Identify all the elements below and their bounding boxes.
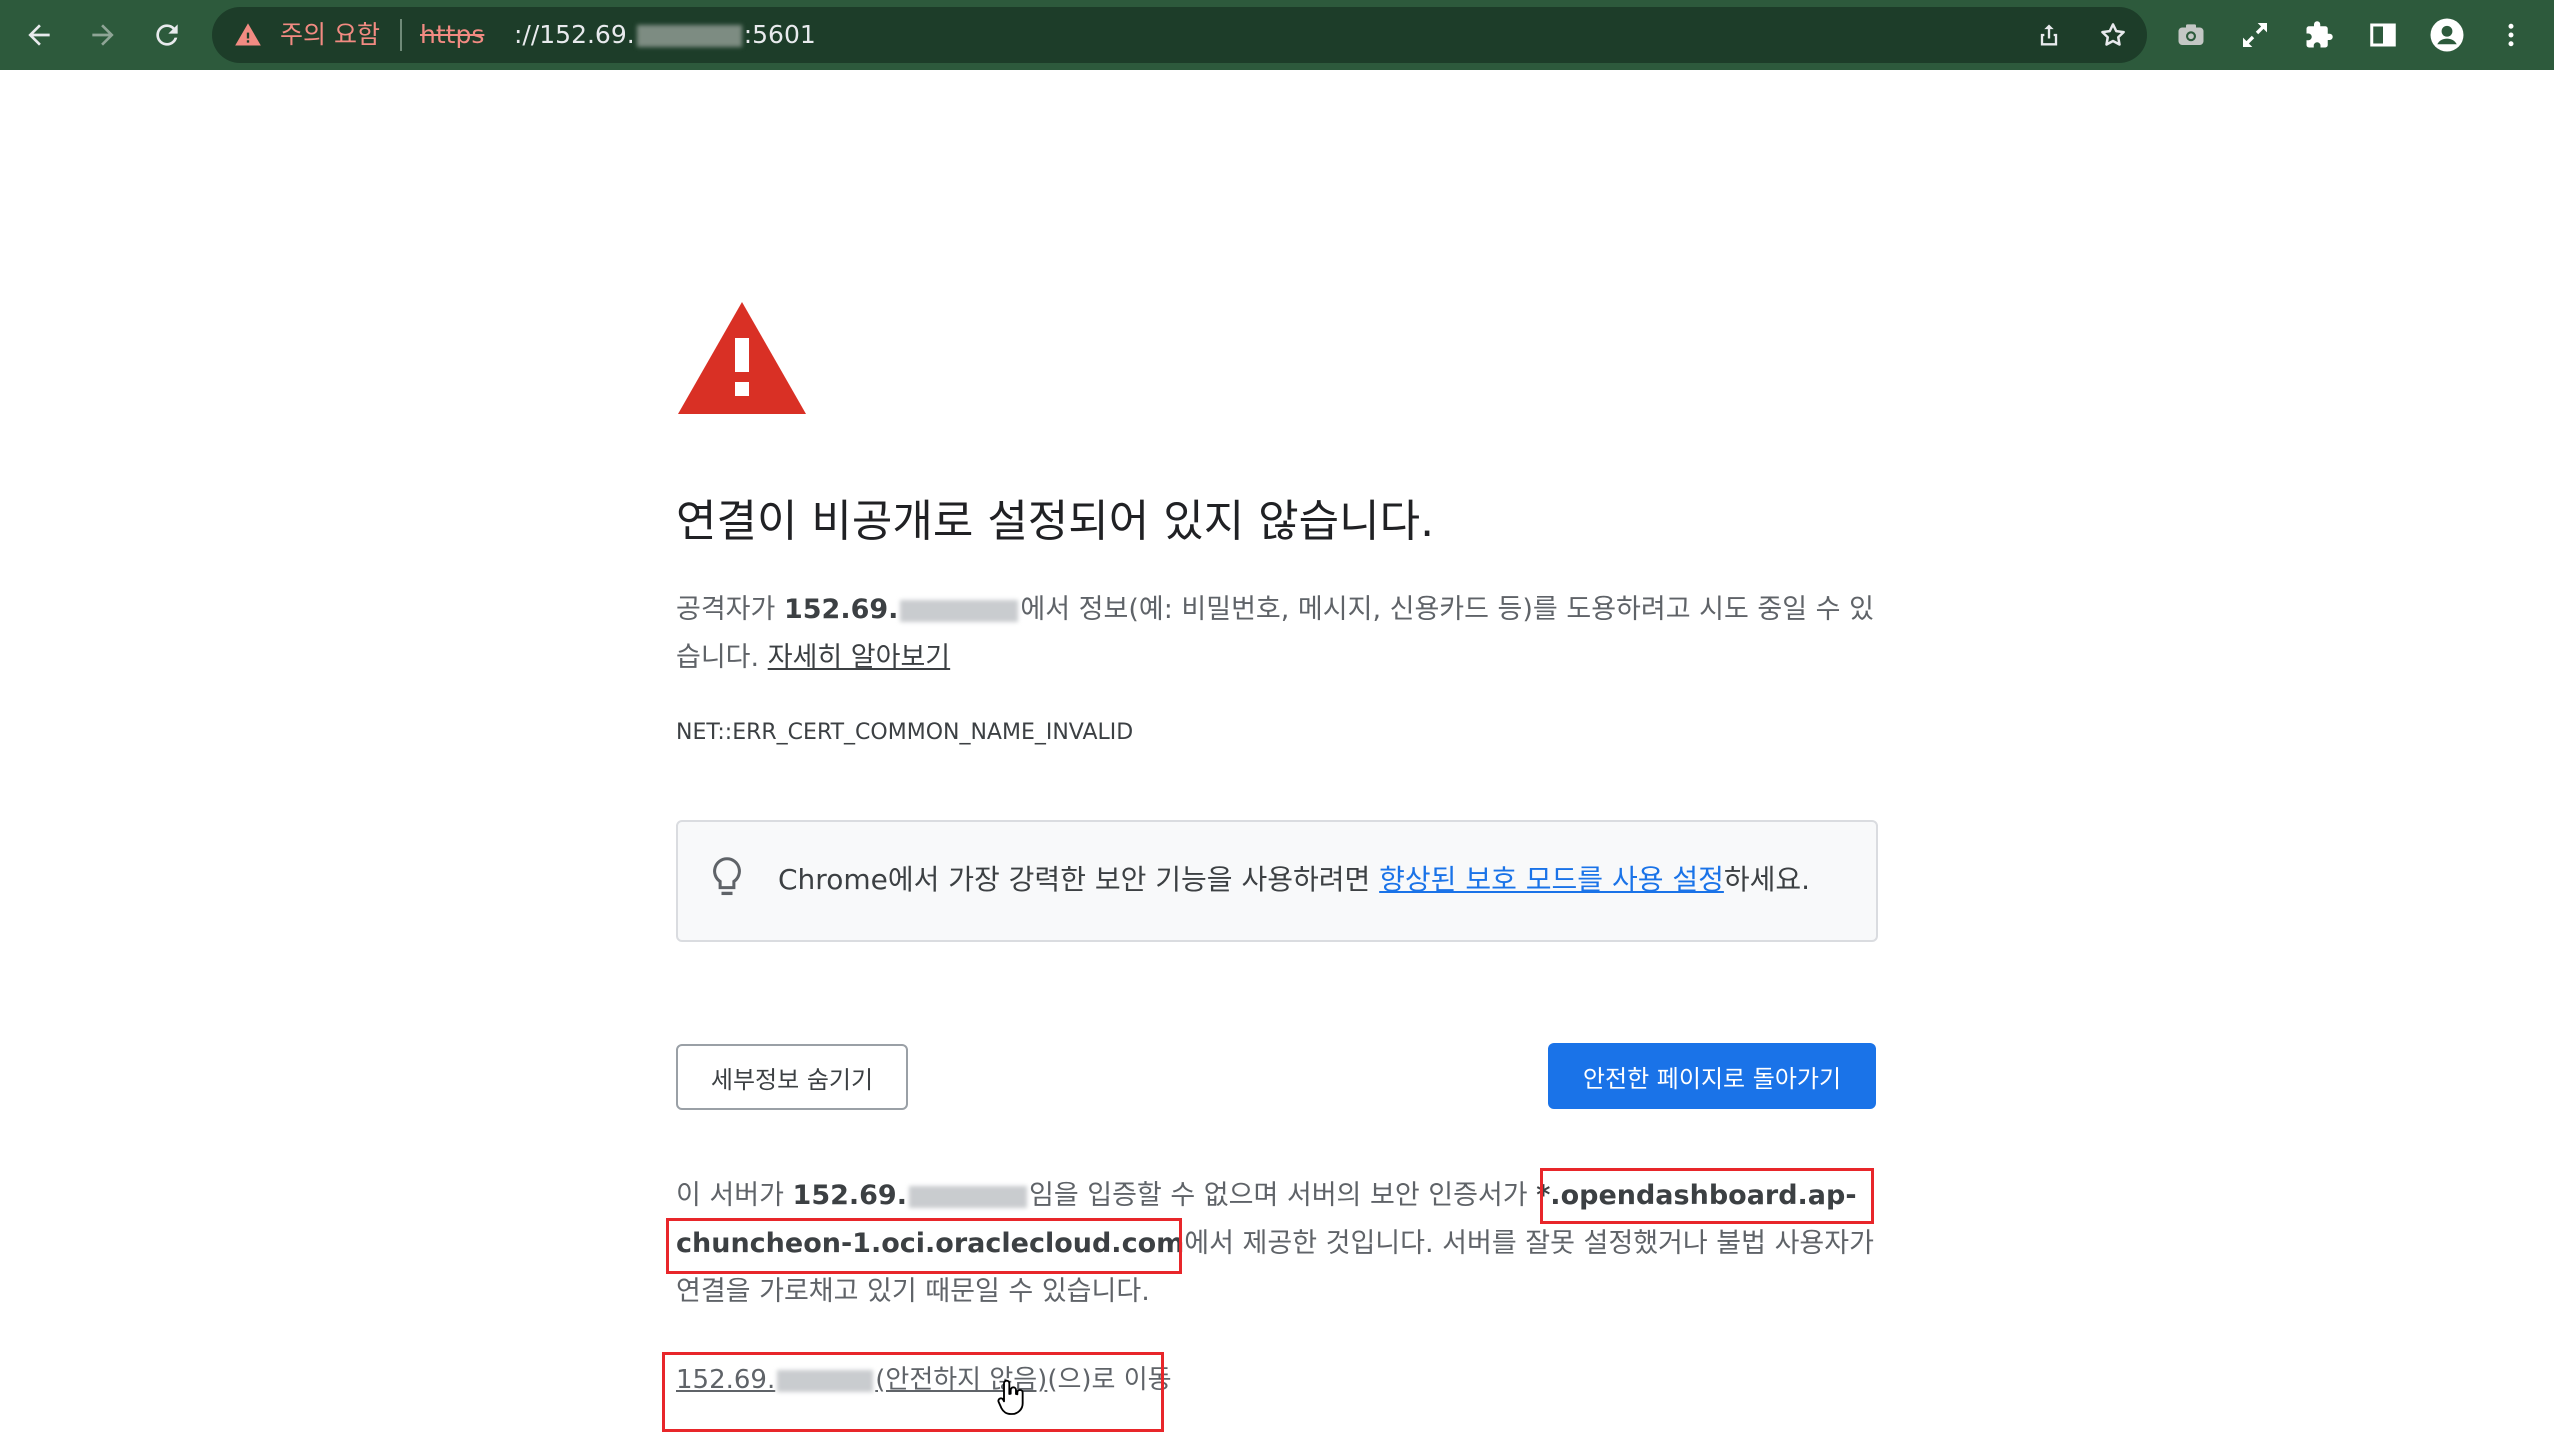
tip-text-pre: Chrome에서 가장 강력한 보안 기능을 사용하려면 [778, 863, 1380, 896]
back-to-safety-button[interactable]: 안전한 페이지로 돌아가기 [1548, 1043, 1876, 1109]
error-code: NET::ERR_CERT_COMMON_NAME_INVALID [676, 720, 1134, 745]
hand-cursor-icon [997, 1379, 1024, 1415]
reload-button[interactable] [144, 12, 190, 58]
redacted-ip [908, 1185, 1027, 1208]
browser-toolbar: 주의 요함 https ://152.69. :5601 [0, 0, 2554, 70]
not-secure-label[interactable]: 주의 요함 [280, 17, 380, 53]
url-scheme: https [420, 20, 485, 49]
arrow-left-icon [28, 24, 50, 46]
forward-button[interactable] [80, 12, 126, 58]
threat-host: 152.69. [783, 594, 899, 625]
side-panel-icon [2370, 23, 2396, 47]
omnibox-divider [400, 19, 402, 51]
profile-button[interactable] [2424, 12, 2470, 58]
camera-extension-button[interactable] [2168, 12, 2214, 58]
tip-text-post: 하세요. [1723, 863, 1811, 896]
redacted-ip [900, 599, 1019, 622]
url-suffix: :5601 [743, 20, 816, 49]
side-panel-button[interactable] [2360, 12, 2406, 58]
arrow-right-icon [92, 24, 114, 46]
enhanced-protection-tip: Chrome에서 가장 강력한 보안 기능을 사용하려면 향상된 보호 모드를 … [676, 820, 1878, 942]
warning-triangle-icon [678, 302, 806, 414]
learn-more-link[interactable]: 자세히 알아보기 [768, 642, 950, 673]
not-secure-warning-icon[interactable] [234, 21, 262, 49]
bookmark-star-icon [2101, 23, 2125, 46]
chrome-menu-button[interactable] [2488, 12, 2534, 58]
tip-text: Chrome에서 가장 강력한 보안 기능을 사용하려면 향상된 보호 모드를 … [778, 860, 1810, 900]
back-button[interactable] [16, 12, 62, 58]
explain-host: 152.69. [792, 1180, 907, 1211]
share-button[interactable] [2026, 12, 2072, 58]
url-text: ://152.69. :5601 [514, 17, 816, 53]
lightbulb-icon [713, 857, 741, 896]
threat-description: 공격자가 152.69. 에서 정보(예: 비밀번호, 메시지, 신용카드 등)를… [676, 586, 1876, 682]
fullscreen-icon [2243, 23, 2267, 47]
fullscreen-button[interactable] [2232, 12, 2278, 58]
menu-icon [2508, 23, 2514, 47]
enhanced-protection-link[interactable]: 향상된 보호 모드를 사용 설정 [1379, 863, 1724, 896]
share-icon [2040, 24, 2058, 46]
hide-details-button[interactable]: 세부정보 숨기기 [676, 1044, 908, 1110]
page-title: 연결이 비공개로 설정되어 있지 않습니다. [676, 496, 1435, 547]
address-bar[interactable]: 주의 요함 https ://152.69. :5601 [212, 7, 2147, 63]
extensions-button[interactable] [2296, 12, 2342, 58]
bookmark-button[interactable] [2090, 12, 2136, 58]
reload-icon [156, 24, 178, 46]
explain-text-pre: 이 서버가 [676, 1180, 793, 1211]
annotation-highlight-proceed [662, 1352, 1164, 1432]
redacted-ip [636, 25, 742, 47]
explain-text-mid: 임을 입증할 수 없으며 서버의 보안 인증서가 [1028, 1180, 1537, 1211]
threat-text-pre: 공격자가 [676, 594, 784, 625]
url-prefix: ://152.69. [514, 20, 635, 49]
profile-icon [2430, 18, 2464, 52]
camera-icon [2178, 24, 2204, 45]
annotation-highlight-cert-2 [666, 1218, 1182, 1274]
extensions-icon [2306, 21, 2333, 48]
annotation-highlight-cert-1 [1540, 1168, 1874, 1224]
